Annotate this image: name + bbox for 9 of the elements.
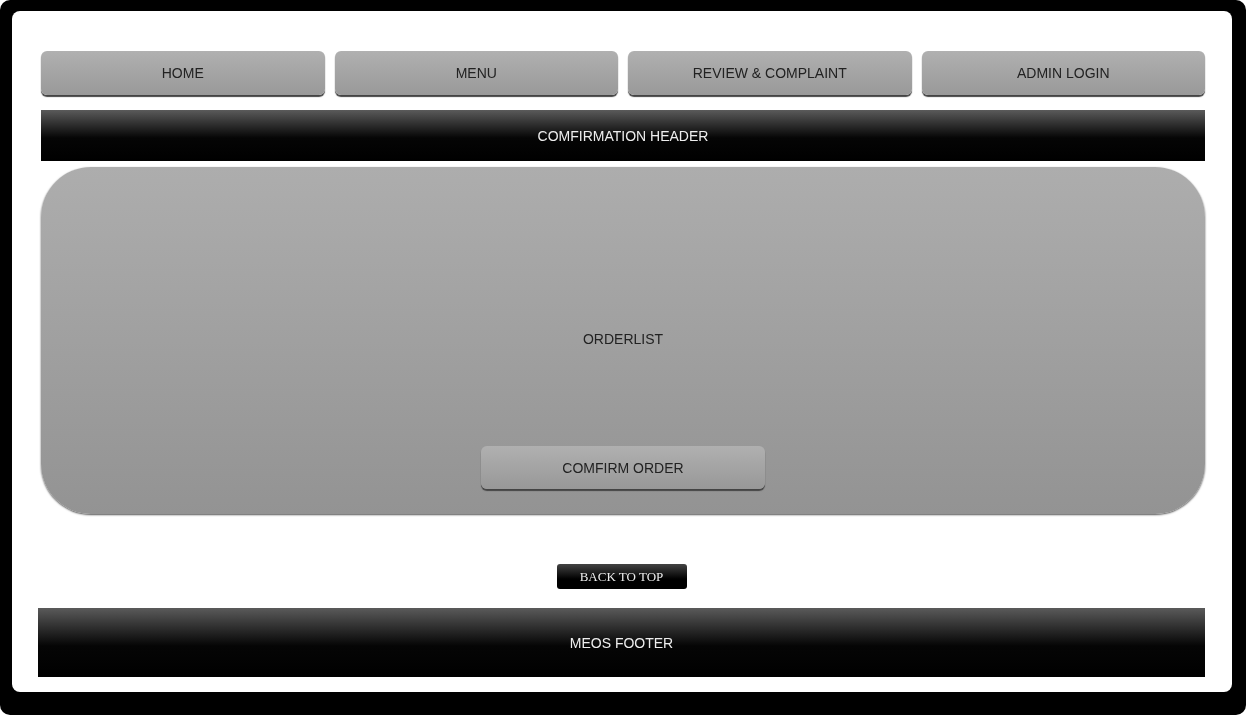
back-to-top-button[interactable]: BACK TO TOP: [556, 564, 687, 589]
nav-button[interactable]: REVIEW & COMPLAINT: [628, 51, 912, 95]
header-title: COMFIRMATION HEADER: [537, 127, 709, 144]
nav-button[interactable]: HOME: [41, 51, 325, 95]
confirm-order-button[interactable]: COMFIRM ORDER: [481, 446, 765, 489]
footer-title: MEOS FOOTER: [569, 634, 674, 651]
orderlist-label: ORDERLIST: [582, 331, 664, 347]
nav-button[interactable]: ADMIN LOGIN: [921, 51, 1205, 95]
nav-button[interactable]: MENU: [334, 51, 618, 95]
